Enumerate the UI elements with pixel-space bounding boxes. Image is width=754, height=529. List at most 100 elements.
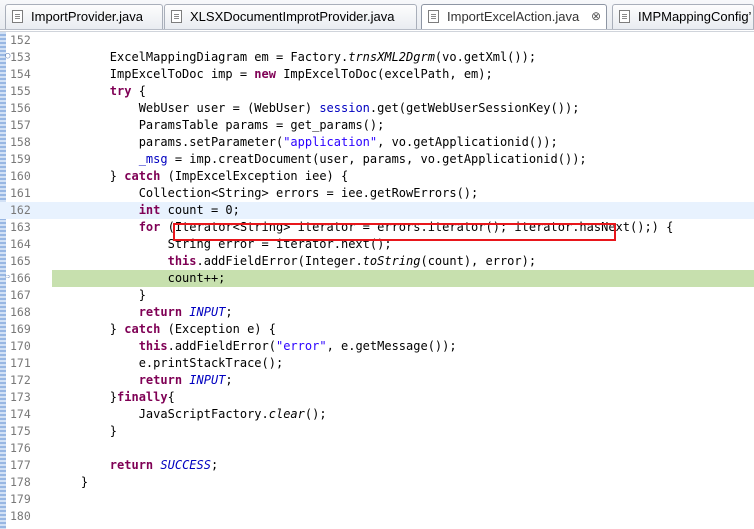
code-line[interactable]: 160 } catch (ImpExcelException iee) {	[0, 168, 754, 185]
code-token: (vo.getXml());	[434, 50, 537, 64]
tab-label: IMPMappingConfig’	[638, 9, 752, 24]
code-line[interactable]: 178 }	[0, 474, 754, 491]
code-text: ExcelMappingDiagram em = Factory.trnsXML…	[52, 49, 536, 66]
tab-label: ImportExcelAction.java	[447, 9, 580, 24]
code-token: ;	[225, 305, 233, 319]
code-line[interactable]: 167 }	[0, 287, 754, 304]
code-line[interactable]: 152	[0, 32, 754, 49]
code-text-area[interactable]: e.printStackTrace();	[52, 355, 754, 372]
code-line[interactable]: 171 e.printStackTrace();	[0, 355, 754, 372]
code-line[interactable]: 158 params.setParameter("application", v…	[0, 134, 754, 151]
code-line[interactable]: ○ 153 ExcelMappingDiagram em = Factory.tr…	[0, 49, 754, 66]
code-token: _msg	[138, 152, 168, 166]
code-line[interactable]: 157 ParamsTable params = get_params();	[0, 117, 754, 134]
code-text-area[interactable]: this.addFieldError("error", e.getMessage…	[52, 338, 754, 355]
code-token: catch	[124, 322, 161, 336]
code-text: }	[52, 474, 88, 491]
code-text-area[interactable]: }	[52, 423, 754, 440]
line-number: 168	[10, 305, 31, 319]
tab-label: ImportProvider.java	[31, 9, 143, 24]
code-text-area[interactable]: return INPUT;	[52, 304, 754, 321]
code-text-area[interactable]: int count = 0;	[52, 202, 754, 219]
code-text-area[interactable]	[52, 491, 754, 508]
code-token: }	[109, 322, 125, 336]
code-line[interactable]: 176	[0, 440, 754, 457]
code-text-area[interactable]: try {	[52, 83, 754, 100]
code-line[interactable]: 177 return SUCCESS;	[0, 457, 754, 474]
code-line[interactable]: 179	[0, 491, 754, 508]
code-text: }	[52, 287, 146, 304]
code-text-area[interactable]: Collection<String> errors = iee.getRowEr…	[52, 185, 754, 202]
code-line[interactable]: 155 try {	[0, 83, 754, 100]
tab-xlsxdocumentimprotprovider-java[interactable]: XLSXDocumentImprotProvider.java	[164, 4, 417, 29]
code-text-area[interactable]: JavaScriptFactory.clear();	[52, 406, 754, 423]
java-file-icon	[12, 10, 23, 23]
code-text-area[interactable]	[52, 440, 754, 457]
code-text-area[interactable]: }	[52, 474, 754, 491]
code-text-area[interactable]: params.setParameter("application", vo.ge…	[52, 134, 754, 151]
code-token: count = 0;	[160, 203, 240, 217]
line-number: 166	[10, 271, 31, 285]
code-text-area[interactable]	[52, 32, 754, 49]
code-text: int count = 0;	[52, 202, 240, 219]
code-line[interactable]: 174 JavaScriptFactory.clear();	[0, 406, 754, 423]
code-text-area[interactable]	[52, 508, 754, 525]
code-text-area[interactable]: return SUCCESS;	[52, 457, 754, 474]
code-line[interactable]: 159 _msg = imp.creatDocument(user, param…	[0, 151, 754, 168]
code-token: .addFieldError(	[167, 339, 276, 353]
close-tab-icon[interactable]: ⊗	[591, 5, 601, 28]
tab-impmappingconfig[interactable]: IMPMappingConfig’	[612, 4, 754, 29]
code-editor[interactable]: 152 ○ 153 ExcelMappingDiagram em = Factory…	[0, 31, 754, 529]
code-line[interactable]: 173 }finally{	[0, 389, 754, 406]
code-text-area[interactable]: WebUser user = (WebUser) session.get(get…	[52, 100, 754, 117]
code-lines[interactable]: 152 ○ 153 ExcelMappingDiagram em = Factory…	[0, 32, 754, 525]
line-number: 171	[10, 356, 31, 370]
code-token: "application"	[283, 135, 378, 149]
code-token: (ImpExcelException iee) {	[160, 169, 349, 183]
code-text-area[interactable]: }finally{	[52, 389, 754, 406]
line-number: 167	[10, 288, 31, 302]
code-line[interactable]: ⇨ 166 count++;	[0, 270, 754, 287]
code-text: } catch (Exception e) {	[52, 321, 276, 338]
code-text-area[interactable]: ExcelMappingDiagram em = Factory.trnsXML…	[52, 49, 754, 66]
code-token: params.setParameter(	[138, 135, 284, 149]
code-text-area[interactable]: ParamsTable params = get_params();	[52, 117, 754, 134]
code-line[interactable]: 170 this.addFieldError("error", e.getMes…	[0, 338, 754, 355]
code-line[interactable]: 175 }	[0, 423, 754, 440]
code-token: }	[109, 169, 125, 183]
code-token: "error"	[275, 339, 327, 353]
code-line[interactable]: 156 WebUser user = (WebUser) session.get…	[0, 100, 754, 117]
code-token: return	[109, 458, 154, 472]
code-line[interactable]: 180	[0, 508, 754, 525]
code-text: _msg = imp.creatDocument(user, params, v…	[52, 151, 587, 168]
code-token: }	[80, 475, 89, 489]
code-token: = imp.creatDocument(user, params, vo.get…	[167, 152, 587, 166]
java-file-icon	[619, 10, 630, 23]
code-token: ParamsTable params = get_params();	[138, 118, 385, 132]
code-text-area[interactable]: ImpExcelToDoc imp = new ImpExcelToDoc(ex…	[52, 66, 754, 83]
code-line[interactable]: 169 } catch (Exception e) {	[0, 321, 754, 338]
code-text-area[interactable]: } catch (ImpExcelException iee) {	[52, 168, 754, 185]
code-text-area[interactable]: count++;	[52, 270, 754, 287]
code-text: this.addFieldError("error", e.getMessage…	[52, 338, 457, 355]
line-number: 176	[10, 441, 31, 455]
code-token: trnsXML2Dgrm	[348, 50, 435, 64]
code-text-area[interactable]: } catch (Exception e) {	[52, 321, 754, 338]
code-text-area[interactable]: this.addFieldError(Integer.toString(coun…	[52, 253, 754, 270]
code-line[interactable]: 168 return INPUT;	[0, 304, 754, 321]
code-token: session	[319, 101, 370, 115]
code-line[interactable]: 161 Collection<String> errors = iee.getR…	[0, 185, 754, 202]
code-line[interactable]: 154 ImpExcelToDoc imp = new ImpExcelToDo…	[0, 66, 754, 83]
code-token: this	[167, 254, 197, 268]
tab-importexcelaction-java[interactable]: ImportExcelAction.java ⊗	[421, 4, 607, 29]
code-line[interactable]: 165 this.addFieldError(Integer.toString(…	[0, 253, 754, 270]
editor-tab-bar: ImportProvider.java XLSXDocumentImprotPro…	[0, 0, 754, 30]
code-line[interactable]: 162 int count = 0;	[0, 202, 754, 219]
code-token: Collection<String> errors = iee.getRowEr…	[138, 186, 479, 200]
code-text-area[interactable]: }	[52, 287, 754, 304]
code-text-area[interactable]: _msg = imp.creatDocument(user, params, v…	[52, 151, 754, 168]
code-text-area[interactable]: return INPUT;	[52, 372, 754, 389]
tab-importprovider-java[interactable]: ImportProvider.java	[5, 4, 163, 29]
code-line[interactable]: 172 return INPUT;	[0, 372, 754, 389]
line-number: 180	[10, 509, 31, 523]
